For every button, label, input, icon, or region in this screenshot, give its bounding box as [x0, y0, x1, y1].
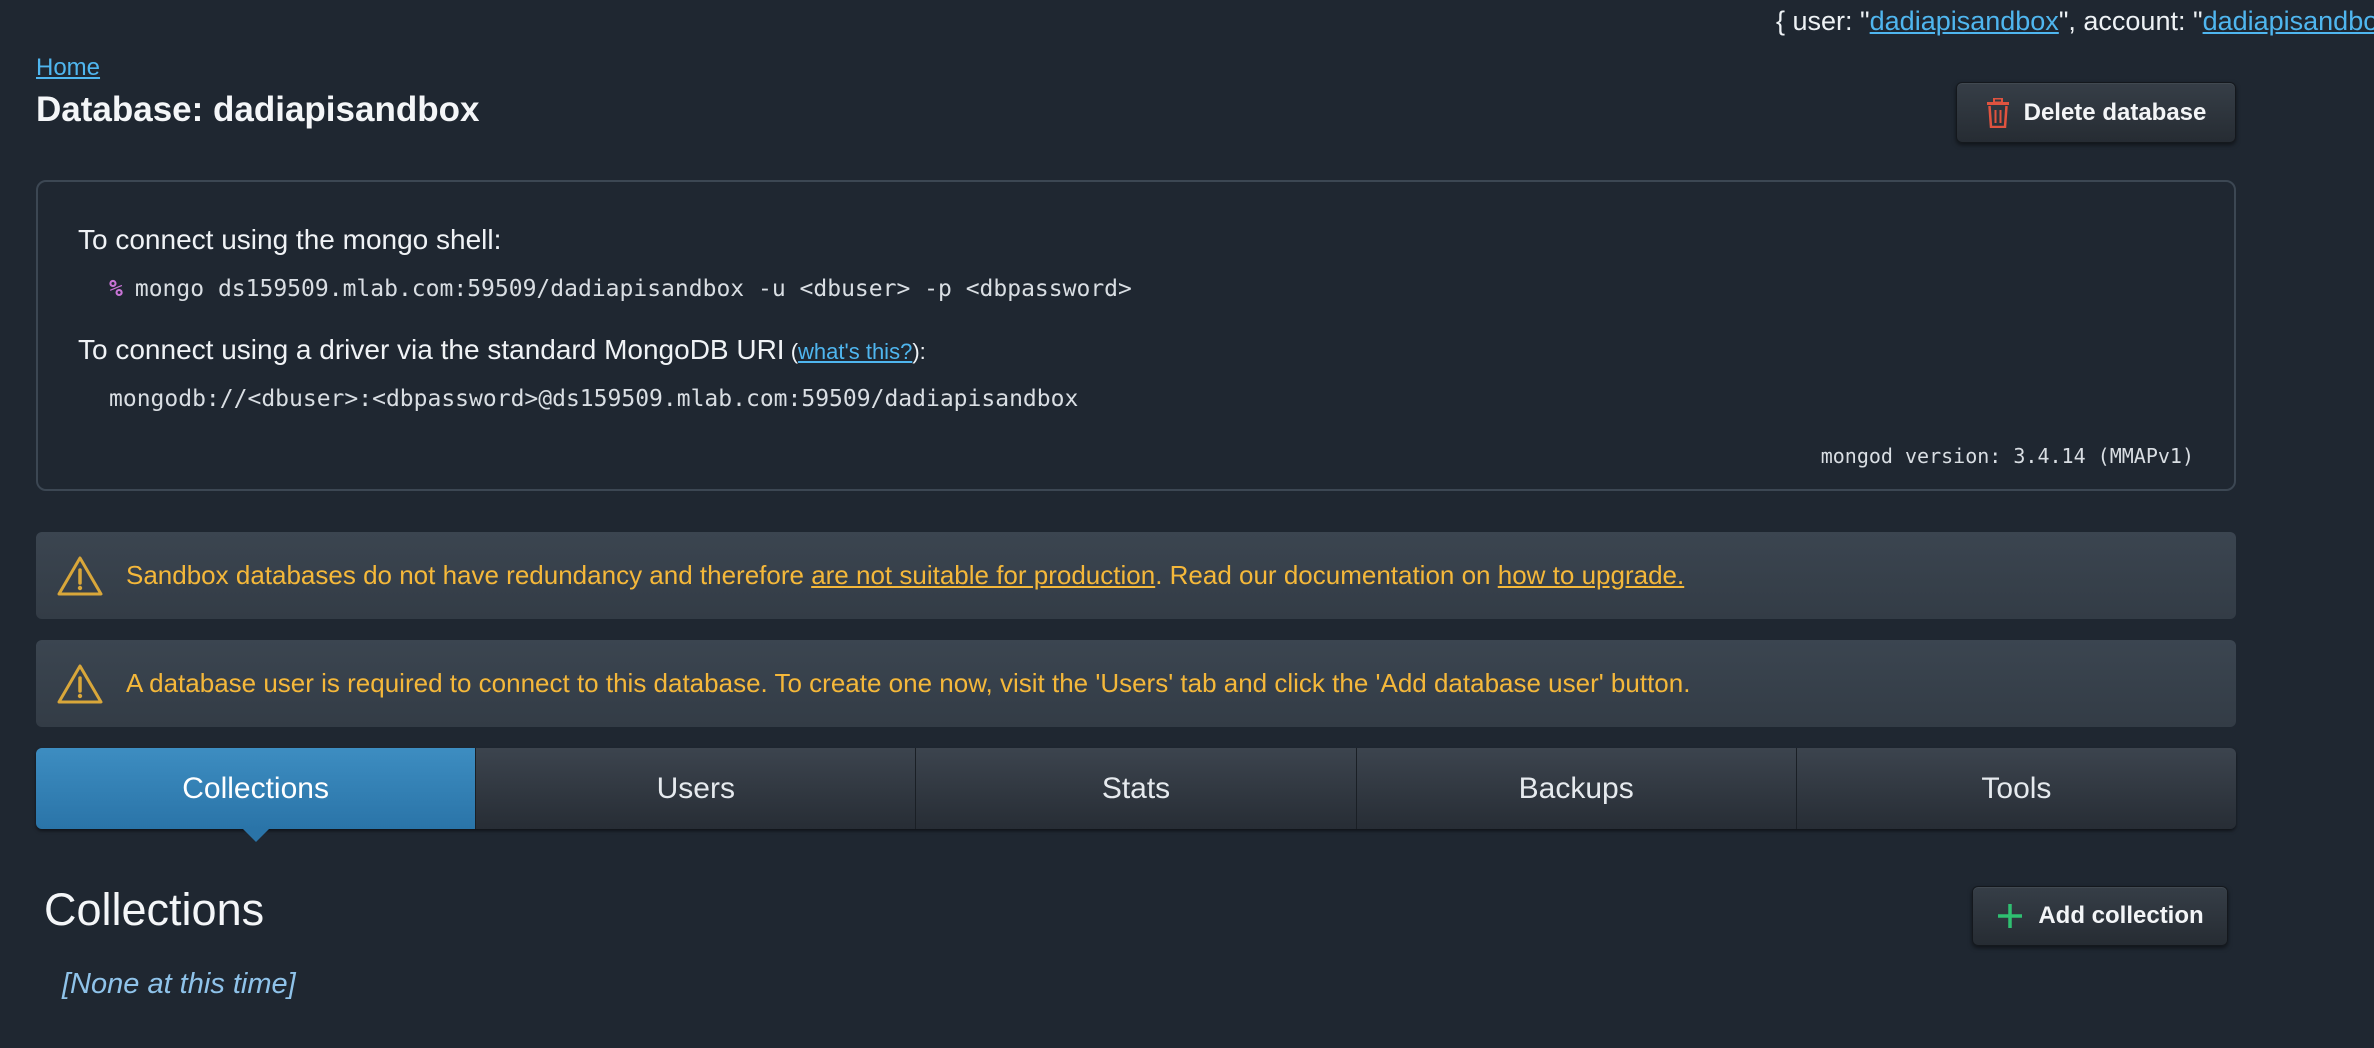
user-account-info: { user: "dadiapisandbox", account: "dadi…	[1776, 6, 2374, 37]
driver-uri-instructions: To connect using a driver via the standa…	[78, 334, 926, 366]
mongo-shell-command: % mongo ds159509.mlab.com:59509/dadiapisa…	[109, 276, 1132, 302]
breadcrumb-home[interactable]: Home	[36, 54, 100, 82]
how-to-upgrade-link[interactable]: how to upgrade.	[1498, 560, 1684, 590]
delete-database-button[interactable]: Delete database	[1956, 82, 2236, 143]
add-collection-button[interactable]: Add collection	[1972, 886, 2228, 946]
sandbox-warning-pre: Sandbox databases do not have redundancy…	[126, 560, 812, 590]
tab-collections[interactable]: Collections	[36, 748, 476, 842]
tab-tools[interactable]: Tools	[1795, 748, 2236, 829]
mongod-version: mongod version: 3.4.14 (MMAPv1)	[1820, 444, 2194, 468]
sandbox-warning-text: Sandbox databases do not have redundancy…	[126, 560, 1684, 591]
account-link[interactable]: dadiapisandbox	[2203, 6, 2374, 36]
warning-icon	[56, 663, 104, 705]
account-prefix: ", account: "	[2058, 6, 2203, 36]
user-prefix: { user: "	[1776, 6, 1870, 36]
shell-prompt: %	[109, 276, 123, 302]
not-suitable-link[interactable]: are not suitable for production	[811, 560, 1155, 590]
mongodb-uri: mongodb://<dbuser>:<dbpassword>@ds159509…	[109, 386, 1079, 412]
collections-heading: Collections	[44, 884, 265, 935]
plus-icon	[1996, 902, 2024, 930]
driver-close-paren: ):	[912, 339, 926, 364]
database-tabs: Collections Users Stats Backups Tools	[36, 748, 2236, 842]
db-user-warning-alert: A database user is required to connect t…	[36, 640, 2236, 727]
mongo-shell-instructions: To connect using the mongo shell:	[78, 224, 502, 255]
user-link[interactable]: dadiapisandbox	[1870, 6, 2059, 36]
tab-users[interactable]: Users	[475, 748, 915, 829]
sandbox-warning-mid: . Read our documentation on	[1155, 560, 1498, 590]
tab-backups[interactable]: Backups	[1355, 748, 1796, 829]
driver-open-paren: (	[784, 339, 799, 364]
empty-collections-note: [None at this time]	[62, 968, 296, 1000]
db-user-warning-text: A database user is required to connect t…	[126, 668, 1691, 698]
connection-info-panel: To connect using the mongo shell: % mongo…	[36, 180, 2236, 491]
warning-icon	[56, 555, 104, 597]
trash-icon	[1986, 97, 2010, 128]
tab-stats[interactable]: Stats	[915, 748, 1355, 829]
sandbox-warning-alert: Sandbox databases do not have redundancy…	[36, 532, 2236, 619]
page-title: Database: dadiapisandbox	[36, 90, 480, 129]
add-collection-label: Add collection	[2038, 902, 2204, 929]
whats-this-link[interactable]: what's this?	[798, 339, 912, 364]
driver-uri-text: To connect using a driver via the standa…	[78, 334, 785, 365]
shell-command-text: mongo ds159509.mlab.com:59509/dadiapisan…	[134, 276, 1132, 302]
delete-database-label: Delete database	[2023, 98, 2207, 126]
